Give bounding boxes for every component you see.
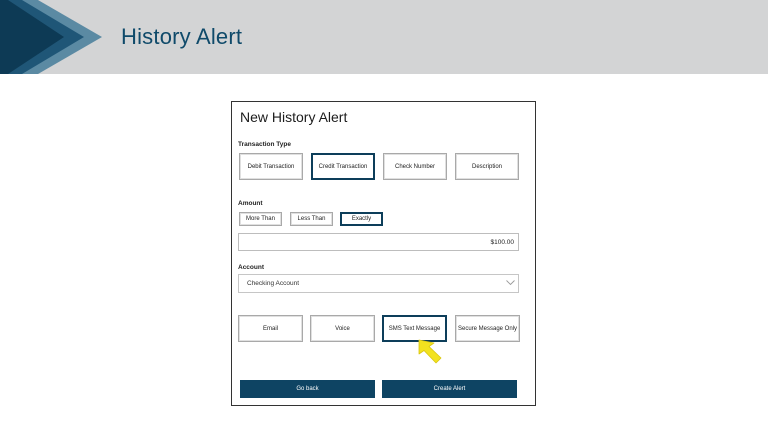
option-debit-transaction[interactable]: Debit Transaction <box>239 153 303 180</box>
account-label: Account <box>238 264 264 271</box>
option-check-number[interactable]: Check Number <box>383 153 447 180</box>
brand-chevron-icon <box>0 0 102 74</box>
option-description[interactable]: Description <box>455 153 519 180</box>
new-history-alert-dialog: New History Alert Transaction Type Debit… <box>231 101 536 406</box>
option-secure-message-only[interactable]: Secure Message Only <box>455 315 520 342</box>
transaction-type-label: Transaction Type <box>238 141 291 148</box>
option-more-than[interactable]: More Than <box>239 212 282 226</box>
go-back-button[interactable]: Go back <box>240 380 375 398</box>
option-exactly[interactable]: Exactly <box>340 212 383 226</box>
option-less-than[interactable]: Less Than <box>290 212 333 226</box>
amount-label: Amount <box>238 200 263 207</box>
option-voice[interactable]: Voice <box>310 315 375 342</box>
option-email[interactable]: Email <box>238 315 303 342</box>
option-credit-transaction[interactable]: Credit Transaction <box>311 153 375 180</box>
dialog-title: New History Alert <box>240 109 348 125</box>
header-banner: History Alert <box>0 0 768 74</box>
create-alert-button[interactable]: Create Alert <box>382 380 517 398</box>
account-select-value: Checking Account <box>247 280 300 287</box>
cursor-arrow-icon <box>418 339 442 364</box>
amount-input[interactable]: $100.00 <box>238 233 519 251</box>
page-title: History Alert <box>121 24 243 49</box>
account-select[interactable]: Checking Account <box>238 274 519 293</box>
chevron-down-icon <box>506 280 515 286</box>
